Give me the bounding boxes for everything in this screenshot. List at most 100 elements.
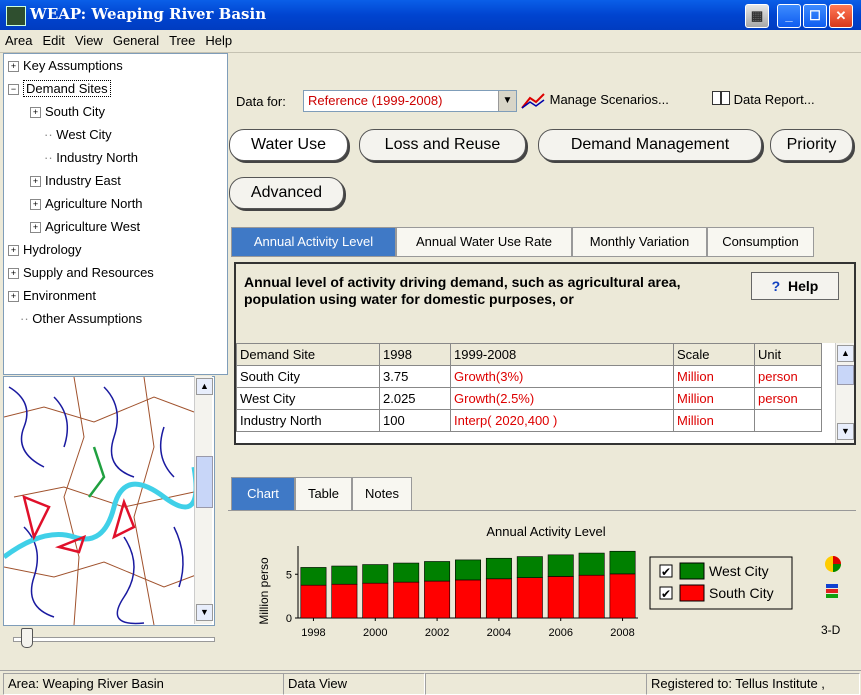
pie-chart-type-icon[interactable] [822,553,844,575]
menu-general[interactable]: General [108,30,164,48]
scroll-thumb[interactable] [837,365,854,385]
bar-west-city-2004[interactable] [485,557,512,580]
scroll-up-icon[interactable]: ▲ [196,378,213,395]
tree-item-industry-east[interactable]: + Industry East [30,173,121,188]
tab-monthly-variation[interactable]: Monthly Variation [572,227,707,257]
tree-item-industry-north[interactable]: ·· Industry North [44,150,138,165]
schematic-icon[interactable]: ▦ [745,4,769,28]
tree-item-key-assumptions[interactable]: + Key Assumptions [8,58,123,73]
column-header-scale[interactable]: Scale [673,343,755,366]
table-row[interactable]: Industry North 100 Interp( 2020,400 ) Mi… [236,409,822,432]
slider-thumb[interactable] [21,628,33,648]
tree-item-agriculture-north[interactable]: + Agriculture North [30,196,143,211]
cell-scale[interactable]: Million [673,387,755,410]
cell-expression[interactable]: Growth(3%) [450,365,674,388]
loss-and-reuse-button[interactable]: Loss and Reuse [359,129,526,161]
bar-west-city-2002[interactable] [424,561,451,582]
scroll-up-icon[interactable]: ▲ [837,345,854,362]
menu-area[interactable]: Area [0,30,37,48]
stacked-color-icon[interactable] [824,583,840,599]
cell-1998[interactable]: 2.025 [379,387,451,410]
manage-scenarios-button[interactable]: Manage Scenarios... [520,88,669,112]
bar-west-city-2005[interactable] [516,556,543,578]
cell-scale[interactable]: Million [673,365,755,388]
tree-item-hydrology[interactable]: + Hydrology [8,242,82,257]
data-report-button[interactable]: Data Report... [712,88,815,112]
bar-south-city-1998[interactable] [300,584,327,619]
tab-notes[interactable]: Notes [352,477,412,511]
cell-expression[interactable]: Growth(2.5%) [450,387,674,410]
expand-icon[interactable]: + [30,107,41,118]
advanced-button[interactable]: Advanced [229,177,344,209]
3d-toggle-button[interactable]: 3-D [821,623,840,637]
bar-west-city-1999[interactable] [331,565,358,585]
tree-item-demand-sites[interactable]: − Demand Sites [8,80,111,97]
bar-south-city-2003[interactable] [455,579,481,619]
expand-icon[interactable]: + [30,199,41,210]
tree-item-other-assumptions[interactable]: ·· Other Assumptions [20,311,142,326]
scroll-thumb[interactable] [196,456,213,508]
tab-chart[interactable]: Chart [231,477,295,511]
tab-table[interactable]: Table [295,477,352,511]
cell-demand-site[interactable]: South City [236,365,380,388]
tab-annual-activity-level[interactable]: Annual Activity Level [231,227,396,257]
scenario-dropdown[interactable]: Reference (1999-2008) ▼ [303,90,517,112]
tab-consumption[interactable]: Consumption [707,227,814,257]
zoom-slider[interactable] [3,625,226,651]
bar-west-city-2003[interactable] [455,559,481,581]
expand-icon[interactable]: + [30,222,41,233]
title-bar[interactable]: WEAP: Weaping River Basin ▦ _ ☐ ✕ [0,0,861,30]
tree-item-environment[interactable]: + Environment [8,288,96,303]
map-scrollbar[interactable]: ▲ ▼ [194,376,213,624]
bar-south-city-2008[interactable] [609,573,636,619]
data-tree[interactable]: + Key Assumptions − Demand Sites + South Ci… [3,53,228,375]
water-use-button[interactable]: Water Use [229,129,348,161]
cell-demand-site[interactable]: Industry North [236,409,380,432]
cell-unit[interactable]: person [754,387,822,410]
bar-south-city-2006[interactable] [547,576,574,619]
menu-tree[interactable]: Tree [164,30,200,48]
expand-icon[interactable]: + [8,268,19,279]
cell-scale[interactable]: Million [673,409,755,432]
data-grid[interactable]: Demand Site 1998 1999-2008 Scale Unit So… [234,343,856,445]
bar-south-city-2007[interactable] [578,574,605,619]
demand-management-button[interactable]: Demand Management [538,129,762,161]
expand-icon[interactable]: + [8,291,19,302]
tree-item-west-city[interactable]: ·· West City [44,127,112,142]
table-row[interactable]: West City 2.025 Growth(2.5%) Million per… [236,387,822,410]
column-header-unit[interactable]: Unit [754,343,822,366]
tab-annual-water-use-rate[interactable]: Annual Water Use Rate [396,227,572,257]
cell-demand-site[interactable]: West City [236,387,380,410]
close-button[interactable]: ✕ [829,4,853,28]
column-header-1999-2008[interactable]: 1999-2008 [450,343,674,366]
help-button[interactable]: ? Help [751,272,839,300]
tree-item-supply-and-resources[interactable]: + Supply and Resources [8,265,154,280]
menu-help[interactable]: Help [200,30,237,48]
maximize-button[interactable]: ☐ [803,4,827,28]
scroll-down-icon[interactable]: ▼ [196,604,213,621]
menu-view[interactable]: View [70,30,108,48]
bar-south-city-2004[interactable] [485,578,512,619]
priority-button[interactable]: Priority [770,129,853,161]
bar-west-city-2007[interactable] [578,552,605,576]
table-row[interactable]: South City 3.75 Growth(3%) Million perso… [236,365,822,388]
bar-west-city-2008[interactable] [609,550,636,575]
grid-scrollbar[interactable]: ▲ ▼ [835,343,854,443]
bar-west-city-2000[interactable] [362,564,389,584]
bar-west-city-1998[interactable] [300,567,327,586]
cell-1998[interactable]: 100 [379,409,451,432]
cell-unit[interactable] [754,409,822,432]
bar-south-city-2002[interactable] [424,580,451,619]
minimize-button[interactable]: _ [777,4,801,28]
cell-unit[interactable]: person [754,365,822,388]
bar-south-city-1999[interactable] [331,583,358,619]
dropdown-arrow-icon[interactable]: ▼ [498,91,516,111]
column-header-demand-site[interactable]: Demand Site [236,343,380,366]
tree-item-agriculture-west[interactable]: + Agriculture West [30,219,140,234]
cell-expression[interactable]: Interp( 2020,400 ) [450,409,674,432]
bar-west-city-2001[interactable] [393,562,420,583]
cell-1998[interactable]: 3.75 [379,365,451,388]
expand-icon[interactable]: + [30,176,41,187]
activity-chart[interactable]: Annual Activity Level Million perso 0 5 19… [228,511,856,653]
column-header-1998[interactable]: 1998 [379,343,451,366]
